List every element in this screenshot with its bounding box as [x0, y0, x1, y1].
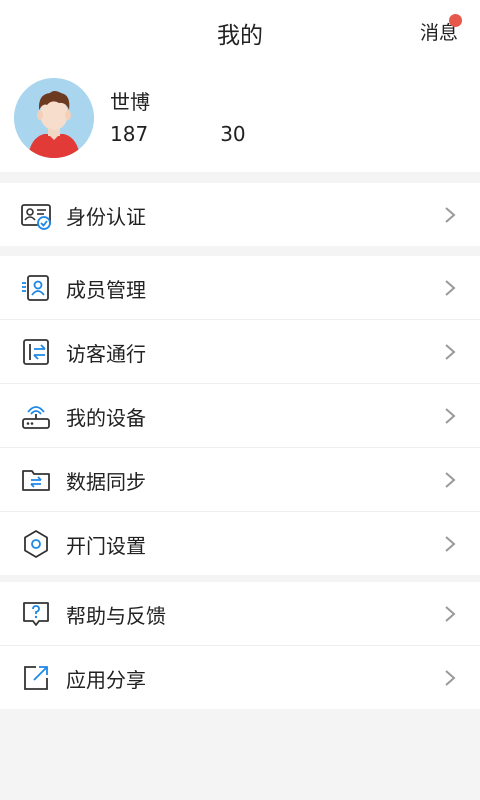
menu-item-identity[interactable]: 身份认证	[0, 183, 480, 246]
chevron-right-icon	[445, 670, 456, 686]
page-title: 我的	[217, 23, 263, 49]
menu-item-members[interactable]: 成员管理	[0, 256, 480, 320]
menu-label-share: 应用分享	[66, 668, 146, 692]
unread-badge	[449, 14, 462, 27]
chevron-right-icon	[445, 344, 456, 360]
folder-sync-icon	[22, 470, 50, 491]
menu-label-door: 开门设置	[66, 534, 146, 558]
phone-prefix: 187	[110, 122, 149, 146]
menu-label-help: 帮助与反馈	[66, 604, 166, 628]
menu-label-visitors: 访客通行	[66, 342, 146, 366]
chevron-right-icon	[445, 472, 456, 488]
menu-label-sync: 数据同步	[66, 470, 146, 494]
menu-label-members: 成员管理	[66, 278, 146, 302]
visitor-pass-icon	[23, 339, 49, 365]
menu-item-sync[interactable]: 数据同步	[0, 448, 480, 512]
chevron-right-icon	[445, 408, 456, 424]
share-icon	[24, 666, 48, 690]
menu-item-visitors[interactable]: 访客通行	[0, 320, 480, 384]
chevron-right-icon	[445, 606, 456, 622]
menu-item-share[interactable]: 应用分享	[0, 646, 480, 709]
members-icon	[22, 275, 49, 301]
phone-suffix: 30	[220, 122, 246, 146]
help-feedback-icon	[23, 602, 49, 626]
chevron-right-icon	[445, 207, 456, 223]
menu-group-identity: 身份认证	[0, 183, 480, 246]
chevron-right-icon	[445, 280, 456, 296]
menu-item-door[interactable]: 开门设置	[0, 512, 480, 575]
menu-item-help[interactable]: 帮助与反馈	[0, 582, 480, 646]
chevron-right-icon	[445, 536, 456, 552]
menu-item-devices[interactable]: 我的设备	[0, 384, 480, 448]
menu-group-support: 帮助与反馈 应用分享	[0, 582, 480, 709]
router-icon	[22, 406, 50, 429]
id-card-icon	[21, 204, 51, 230]
user-name: 世博	[110, 90, 150, 114]
avatar[interactable]	[14, 78, 94, 158]
menu-label-identity: 身份认证	[66, 205, 146, 229]
top-bar: 我的 消息	[0, 0, 480, 64]
profile-card[interactable]: 世博 187 30	[0, 64, 480, 172]
menu-label-devices: 我的设备	[66, 406, 146, 430]
hexagon-settings-icon	[24, 530, 48, 558]
user-phone: 187 30	[110, 122, 246, 146]
menu-group-main: 成员管理 访客通行 我的设备 数据同步 开门设置	[0, 256, 480, 575]
user-avatar-icon	[14, 78, 94, 158]
